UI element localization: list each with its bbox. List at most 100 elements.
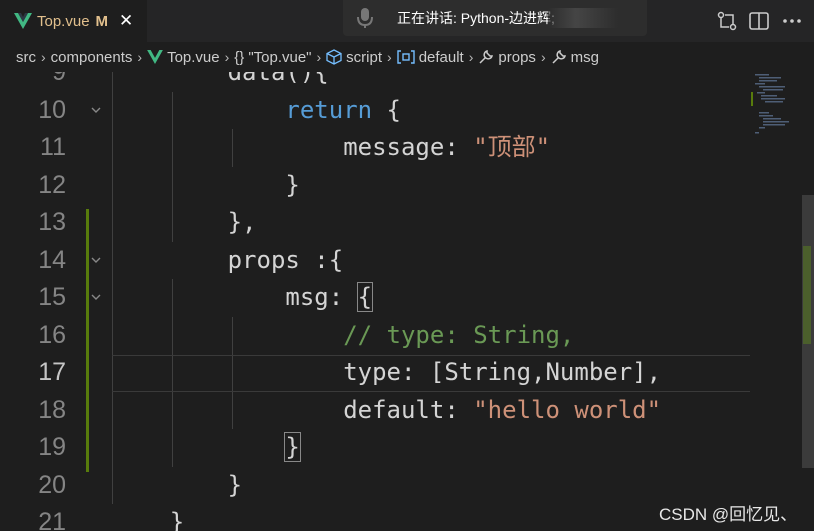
breadcrumb-msg[interactable]: msg — [551, 49, 599, 66]
code-line[interactable]: 18 default: "hello world" — [0, 392, 800, 430]
line-number: 15 — [38, 283, 66, 311]
breadcrumb-label: Top.vue — [167, 48, 220, 66]
code-token: } — [112, 508, 185, 531]
line-number: 21 — [38, 508, 66, 531]
line-number: 19 — [38, 433, 66, 461]
line-number: 17 — [38, 358, 66, 386]
wrench-icon — [552, 49, 566, 64]
code-line[interactable]: 19 } — [0, 429, 800, 467]
line-number: 16 — [38, 320, 66, 349]
chevron-right-icon: › — [316, 49, 322, 65]
chevron-right-icon: › — [137, 49, 143, 65]
code-line[interactable]: 10 return { — [0, 92, 800, 130]
code-text: } — [112, 504, 184, 531]
line-number: 18 — [38, 395, 66, 424]
breadcrumb-label: components — [50, 48, 133, 66]
code-text: }, — [112, 204, 257, 242]
speech-indicator: 正在讲话: Python-边进辉; — [343, 0, 647, 36]
vue-icon — [147, 50, 163, 64]
minimap[interactable] — [751, 72, 801, 172]
cube-icon — [326, 49, 342, 65]
chevron-right-icon: › — [41, 49, 46, 65]
code-text: } — [112, 429, 301, 467]
code-token: } — [112, 470, 243, 499]
chevron-down-icon[interactable] — [91, 105, 101, 115]
breadcrumb-src[interactable]: src — [16, 49, 36, 66]
code-token: message: — [112, 133, 474, 161]
chevron-down-icon[interactable] — [91, 292, 101, 302]
chevron-right-icon: › — [540, 49, 546, 65]
speech-text: 正在讲话: Python-边进辉; — [397, 10, 555, 26]
breadcrumb-label: msg — [570, 48, 599, 66]
code-line[interactable]: 16 // type: String, — [0, 317, 800, 355]
code-token: { — [372, 95, 401, 124]
module-icon — [396, 50, 415, 64]
split-editor-icon[interactable] — [748, 10, 770, 32]
compare-changes-icon[interactable] — [716, 10, 738, 32]
vue-icon — [14, 13, 32, 29]
code-text: type: [String,Number], — [112, 354, 661, 392]
code-text: default: "hello world" — [112, 392, 661, 430]
breadcrumb-file[interactable]: Top.vue — [147, 49, 220, 66]
code-token: default: — [112, 395, 474, 424]
code-text: // type: String, — [112, 317, 574, 355]
line-number: 10 — [38, 95, 66, 124]
code-editor[interactable]: 9 data(){10 return {11 message: "顶部" 12 }… — [0, 72, 814, 531]
code-token: } — [112, 170, 300, 199]
blurred-overlay — [548, 8, 618, 28]
code-line[interactable]: 13 }, — [0, 204, 800, 242]
breadcrumb-script[interactable]: script — [326, 49, 382, 66]
breadcrumb-default[interactable]: default — [396, 48, 464, 66]
tab-filename: Top.vue — [37, 12, 90, 30]
breadcrumb-label: src — [16, 48, 36, 66]
code-token: props :{ — [112, 245, 344, 274]
string-token: "顶部" — [473, 133, 551, 161]
breadcrumb-label: "Top.vue" — [248, 48, 312, 66]
chevron-right-icon: › — [468, 49, 474, 65]
watermark: CSDN @回忆见、 — [659, 505, 798, 524]
tab-bar: Top.vue M ✕ 正在讲话: Python-边进辉; — [0, 0, 814, 42]
code-text: msg: { — [112, 279, 374, 317]
comment-token: // type: String, — [343, 320, 575, 349]
tab-top-vue[interactable]: Top.vue M ✕ — [0, 0, 147, 42]
breadcrumb-label: default — [418, 48, 464, 66]
chevron-right-icon: › — [224, 49, 230, 65]
code-line[interactable]: 20 } — [0, 467, 800, 505]
code-text: message: "顶部" — [112, 129, 550, 167]
code-token: } — [284, 432, 301, 462]
close-icon[interactable]: ✕ — [119, 11, 133, 31]
line-number: 11 — [40, 133, 66, 161]
code-token: msg: — [112, 283, 358, 311]
microphone-icon — [357, 8, 373, 28]
code-text: data(){ — [112, 72, 329, 92]
breadcrumb-components[interactable]: components — [51, 49, 133, 66]
code-text: } — [112, 467, 242, 505]
breadcrumb-label: script — [346, 48, 383, 66]
braces-icon: {} — [234, 48, 245, 66]
breadcrumb-template[interactable]: {} "Top.vue" — [234, 49, 311, 66]
code-line[interactable]: 15 msg: { — [0, 279, 800, 317]
code-line[interactable]: 17 type: [String,Number], — [0, 354, 800, 392]
breadcrumb-label: props — [498, 48, 536, 66]
scrollbar-change-marker — [803, 246, 811, 344]
code-token: type: [String,Number], — [112, 358, 662, 386]
line-number: 14 — [38, 245, 66, 274]
code-text: return { — [112, 92, 401, 130]
line-number: 12 — [38, 170, 66, 199]
line-number: 13 — [38, 208, 66, 236]
code-token: }, — [112, 208, 257, 236]
breadcrumb-props[interactable]: props — [478, 49, 536, 66]
chevron-down-icon[interactable] — [91, 255, 101, 265]
code-line[interactable]: 11 message: "顶部" — [0, 129, 800, 167]
code-line[interactable]: 14 props :{ — [0, 242, 800, 280]
code-text: props :{ — [112, 242, 344, 280]
breadcrumb: src › components › Top.vue › {} "Top.vue… — [0, 42, 814, 72]
more-actions-icon[interactable] — [781, 10, 803, 32]
line-number: 20 — [38, 470, 66, 499]
code-line[interactable]: 9 data(){ — [0, 72, 800, 92]
code-text: } — [112, 167, 300, 205]
code-token: data(){ — [112, 72, 329, 86]
code-line[interactable]: 12 } — [0, 167, 800, 205]
